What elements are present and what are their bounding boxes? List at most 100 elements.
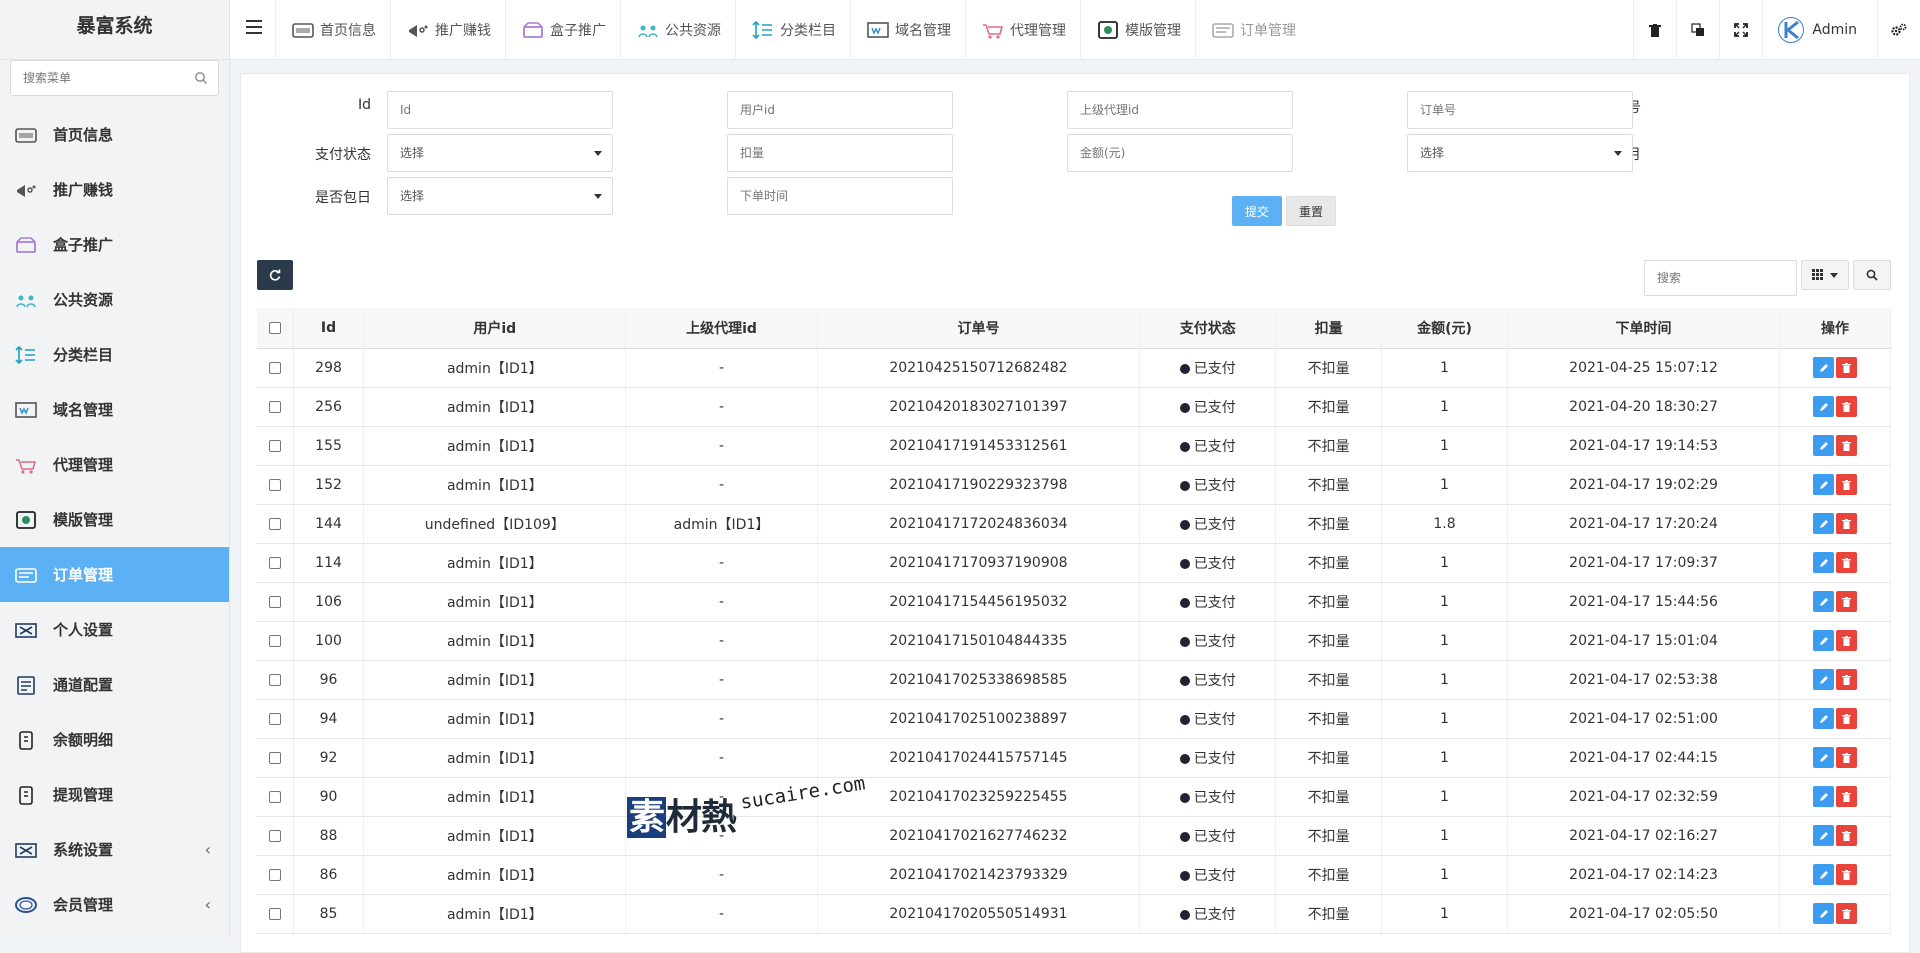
filter-input[interactable] — [1067, 91, 1293, 129]
filter-select[interactable]: 选择 — [1407, 134, 1633, 172]
refresh-button[interactable] — [257, 260, 293, 290]
menu-toggle-icon[interactable] — [246, 20, 262, 38]
edit-button[interactable] — [1813, 396, 1835, 417]
user-menu[interactable]: Admin — [1762, 0, 1877, 60]
sidebar-item-12[interactable]: 提现管理 — [0, 767, 229, 822]
tab-1[interactable]: 推广赚钱 — [390, 0, 505, 60]
menu-search-input[interactable] — [11, 61, 218, 95]
column-header[interactable]: 用户id — [363, 308, 627, 349]
column-header[interactable]: 下单时间 — [1507, 308, 1781, 349]
row-checkbox[interactable] — [268, 790, 281, 803]
edit-button[interactable] — [1813, 864, 1835, 885]
reset-button[interactable]: 重置 — [1286, 196, 1336, 226]
tab-4[interactable]: 分类栏目 — [735, 0, 850, 60]
clear-cache-button[interactable] — [1633, 0, 1676, 60]
sidebar-item-6[interactable]: 代理管理 — [0, 437, 229, 492]
submit-button[interactable]: 提交 — [1232, 196, 1282, 226]
edit-button[interactable] — [1813, 708, 1835, 729]
row-checkbox[interactable] — [268, 712, 281, 725]
row-checkbox[interactable] — [268, 634, 281, 647]
table-search-button[interactable] — [1853, 260, 1891, 290]
column-header[interactable]: Id — [293, 308, 365, 349]
filter-input[interactable] — [727, 91, 953, 129]
row-checkbox[interactable] — [268, 517, 281, 530]
column-header[interactable]: 支付状态 — [1139, 308, 1277, 349]
edit-button[interactable] — [1813, 669, 1835, 690]
delete-button[interactable] — [1836, 630, 1858, 651]
row-checkbox[interactable] — [268, 400, 281, 413]
delete-button[interactable] — [1836, 825, 1858, 846]
sidebar-item-10[interactable]: 通道配置 — [0, 657, 229, 712]
tab-7[interactable]: 模版管理 — [1080, 0, 1195, 60]
row-checkbox[interactable] — [268, 907, 281, 920]
row-checkbox[interactable] — [268, 361, 281, 374]
delete-button[interactable] — [1836, 513, 1858, 534]
tab-6[interactable]: 代理管理 — [965, 0, 1080, 60]
table-search-input[interactable] — [1644, 260, 1797, 296]
row-checkbox[interactable] — [268, 868, 281, 881]
row-checkbox[interactable] — [268, 595, 281, 608]
edit-button[interactable] — [1813, 786, 1835, 807]
filter-input[interactable] — [727, 177, 953, 215]
tab-3[interactable]: 公共资源 — [620, 0, 735, 60]
tab-0[interactable]: 首页信息 — [275, 0, 390, 60]
row-checkbox[interactable] — [268, 829, 281, 842]
edit-button[interactable] — [1813, 630, 1835, 651]
translate-button[interactable] — [1676, 0, 1719, 60]
filter-input[interactable] — [387, 91, 613, 129]
filter-input[interactable] — [1067, 134, 1293, 172]
delete-button[interactable] — [1836, 786, 1858, 807]
sidebar-item-3[interactable]: 公共资源 — [0, 272, 229, 327]
filter-input[interactable] — [727, 134, 953, 172]
delete-button[interactable] — [1836, 747, 1858, 768]
column-header[interactable]: 扣量 — [1275, 308, 1383, 349]
delete-button[interactable] — [1836, 669, 1858, 690]
row-checkbox[interactable] — [268, 751, 281, 764]
delete-button[interactable] — [1836, 864, 1858, 885]
row-checkbox[interactable] — [268, 556, 281, 569]
sidebar-item-9[interactable]: 个人设置 — [0, 602, 229, 657]
theme-settings-button[interactable] — [1877, 0, 1920, 60]
delete-button[interactable] — [1836, 591, 1858, 612]
tab-5[interactable]: 域名管理 — [850, 0, 965, 60]
tab-2[interactable]: 盒子推广 — [505, 0, 620, 60]
sidebar-item-8[interactable]: 订单管理 — [0, 547, 229, 602]
delete-button[interactable] — [1836, 474, 1858, 495]
select-all-checkbox[interactable] — [268, 321, 281, 334]
filter-select[interactable]: 选择 — [387, 177, 613, 215]
edit-button[interactable] — [1813, 903, 1835, 924]
row-checkbox[interactable] — [268, 439, 281, 452]
sidebar-item-1[interactable]: 推广赚钱 — [0, 162, 229, 217]
column-header[interactable]: 上级代理id — [625, 308, 818, 349]
delete-button[interactable] — [1836, 903, 1858, 924]
edit-button[interactable] — [1813, 591, 1835, 612]
sidebar-item-2[interactable]: 盒子推广 — [0, 217, 229, 272]
delete-button[interactable] — [1836, 396, 1858, 417]
delete-button[interactable] — [1836, 435, 1858, 456]
column-header[interactable]: 金额(元) — [1381, 308, 1508, 349]
column-header[interactable]: 操作 — [1779, 308, 1891, 349]
edit-button[interactable] — [1813, 435, 1835, 456]
delete-button[interactable] — [1836, 708, 1858, 729]
edit-button[interactable] — [1813, 747, 1835, 768]
tab-8[interactable]: 订单管理 — [1195, 0, 1310, 60]
delete-button[interactable] — [1836, 357, 1858, 378]
sidebar-item-13[interactable]: 系统设置 ‹ — [0, 822, 229, 877]
sidebar-item-5[interactable]: 域名管理 — [0, 382, 229, 437]
sidebar-item-0[interactable]: 首页信息 — [0, 107, 229, 162]
column-header[interactable]: 订单号 — [817, 308, 1141, 349]
columns-toggle-button[interactable] — [1801, 260, 1849, 290]
fullscreen-button[interactable] — [1719, 0, 1762, 60]
row-checkbox[interactable] — [268, 673, 281, 686]
edit-button[interactable] — [1813, 474, 1835, 495]
sidebar-item-7[interactable]: 模版管理 — [0, 492, 229, 547]
edit-button[interactable] — [1813, 357, 1835, 378]
edit-button[interactable] — [1813, 825, 1835, 846]
edit-button[interactable] — [1813, 552, 1835, 573]
filter-select[interactable]: 选择 — [387, 134, 613, 172]
menu-search[interactable] — [10, 60, 219, 96]
sidebar-item-11[interactable]: 余额明细 — [0, 712, 229, 767]
sidebar-item-4[interactable]: 分类栏目 — [0, 327, 229, 382]
filter-input[interactable] — [1407, 91, 1633, 129]
delete-button[interactable] — [1836, 552, 1858, 573]
